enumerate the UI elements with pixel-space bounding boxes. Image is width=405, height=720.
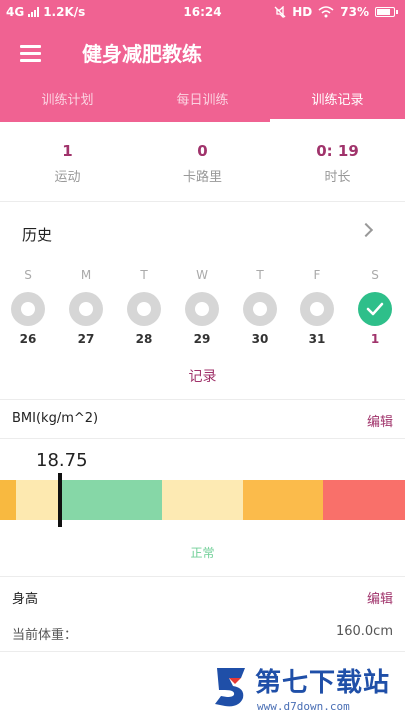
- day-item: T 30: [240, 268, 280, 346]
- history-section: 历史 S 26 M 27 T 28 W 29 T 30 F 31 S 1 记录: [0, 202, 405, 400]
- bmi-segment: [16, 480, 62, 520]
- day-date: 28: [135, 332, 153, 346]
- day-item: S 26: [8, 268, 48, 346]
- tab-bar: 训练计划 每日训练 训练记录: [0, 82, 405, 122]
- day-progress-circle[interactable]: [185, 292, 219, 326]
- bmi-value: 18.75: [36, 450, 88, 471]
- bmi-edit-button[interactable]: 编辑: [367, 411, 393, 430]
- watermark-url: www.d7down.com: [257, 700, 350, 713]
- day-item: W 29: [182, 268, 222, 346]
- stat-duration: 0: 19 时长: [270, 122, 405, 201]
- check-icon: [366, 302, 384, 316]
- toolbar: 健身减肥教练: [0, 26, 405, 82]
- battery-icon: [375, 7, 398, 17]
- day-item: F 31: [297, 268, 337, 346]
- bmi-section: BMI(kg/m^2) 编辑 18.75 正常: [0, 401, 405, 577]
- wifi-icon: [318, 6, 334, 18]
- weight-label: 当前体重：: [12, 628, 78, 643]
- bmi-segment: [323, 480, 405, 520]
- app-title: 健身减肥教练: [82, 42, 202, 66]
- height-edit-button[interactable]: 编辑: [367, 588, 393, 607]
- day-item-today: S 1: [355, 268, 395, 346]
- day-date: 27: [77, 332, 95, 346]
- stat-exercise-value: 1: [62, 142, 73, 160]
- bmi-segment: [162, 480, 243, 520]
- day-letter: S: [371, 268, 379, 282]
- day-date: 30: [251, 332, 269, 346]
- day-progress-circle[interactable]: [243, 292, 277, 326]
- bmi-segment: [62, 480, 162, 520]
- bmi-header: BMI(kg/m^2) 编辑: [0, 401, 405, 439]
- day-progress-circle[interactable]: [300, 292, 334, 326]
- tab-daily-training[interactable]: 每日训练: [135, 82, 270, 122]
- stat-duration-value: 0: 19: [316, 142, 359, 160]
- tab-training-record[interactable]: 训练记录: [270, 82, 405, 122]
- site-logo-icon: [215, 668, 245, 707]
- bmi-title: BMI(kg/m^2): [12, 411, 99, 426]
- height-label: 身高: [12, 592, 39, 607]
- day-completed-circle[interactable]: [358, 292, 392, 326]
- weight-value: 160.0cm: [335, 624, 393, 639]
- stat-exercise: 1 运动: [0, 122, 135, 201]
- mute-icon: [274, 6, 286, 18]
- stat-calories: 0 卡路里: [135, 122, 270, 201]
- height-row: 身高 编辑: [0, 578, 405, 614]
- stat-calories-label: 卡路里: [182, 170, 222, 185]
- day-item: T 28: [124, 268, 164, 346]
- day-progress-circle[interactable]: [127, 292, 161, 326]
- history-title: 历史: [22, 226, 53, 244]
- bmi-segment: [243, 480, 323, 520]
- hamburger-menu-icon[interactable]: [18, 42, 44, 64]
- bmi-status: 正常: [190, 546, 215, 560]
- watermark: 第七下载站 www.d7down.com: [205, 660, 405, 720]
- record-link[interactable]: 记录: [0, 366, 405, 386]
- battery-percent: 73%: [340, 5, 369, 19]
- day-letter: T: [140, 268, 148, 282]
- day-date: 31: [308, 332, 326, 346]
- day-letter: F: [313, 268, 321, 282]
- day-date: 1: [370, 332, 380, 346]
- status-bar: 4G 1.2K/s 16:24 HD 73%: [0, 0, 405, 26]
- day-letter: M: [80, 268, 92, 282]
- day-progress-circle[interactable]: [69, 292, 103, 326]
- hd-badge: HD: [292, 5, 313, 19]
- day-date: 29: [193, 332, 211, 346]
- stats-summary: 1 运动 0 卡路里 0: 19 时长: [0, 122, 405, 202]
- status-right: HD 73%: [274, 5, 398, 19]
- stat-exercise-label: 运动: [54, 170, 81, 185]
- bmi-marker: [58, 473, 62, 527]
- watermark-title: 第七下载站: [255, 668, 391, 698]
- app-header: 4G 1.2K/s 16:24 HD 73% 健身减肥教练 训练计划 每日训练 …: [0, 0, 405, 122]
- day-letter: W: [196, 268, 208, 282]
- day-letter: S: [24, 268, 32, 282]
- day-letter: T: [256, 268, 264, 282]
- weight-row: 当前体重： 160.0cm: [0, 614, 405, 652]
- day-date: 26: [19, 332, 37, 346]
- day-item: M 27: [66, 268, 106, 346]
- day-progress-circle[interactable]: [11, 292, 45, 326]
- chevron-right-icon[interactable]: [358, 222, 374, 238]
- tab-training-plan[interactable]: 训练计划: [0, 82, 135, 122]
- stat-calories-value: 0: [197, 142, 208, 160]
- stat-duration-label: 时长: [324, 170, 351, 185]
- bmi-segment: [0, 480, 16, 520]
